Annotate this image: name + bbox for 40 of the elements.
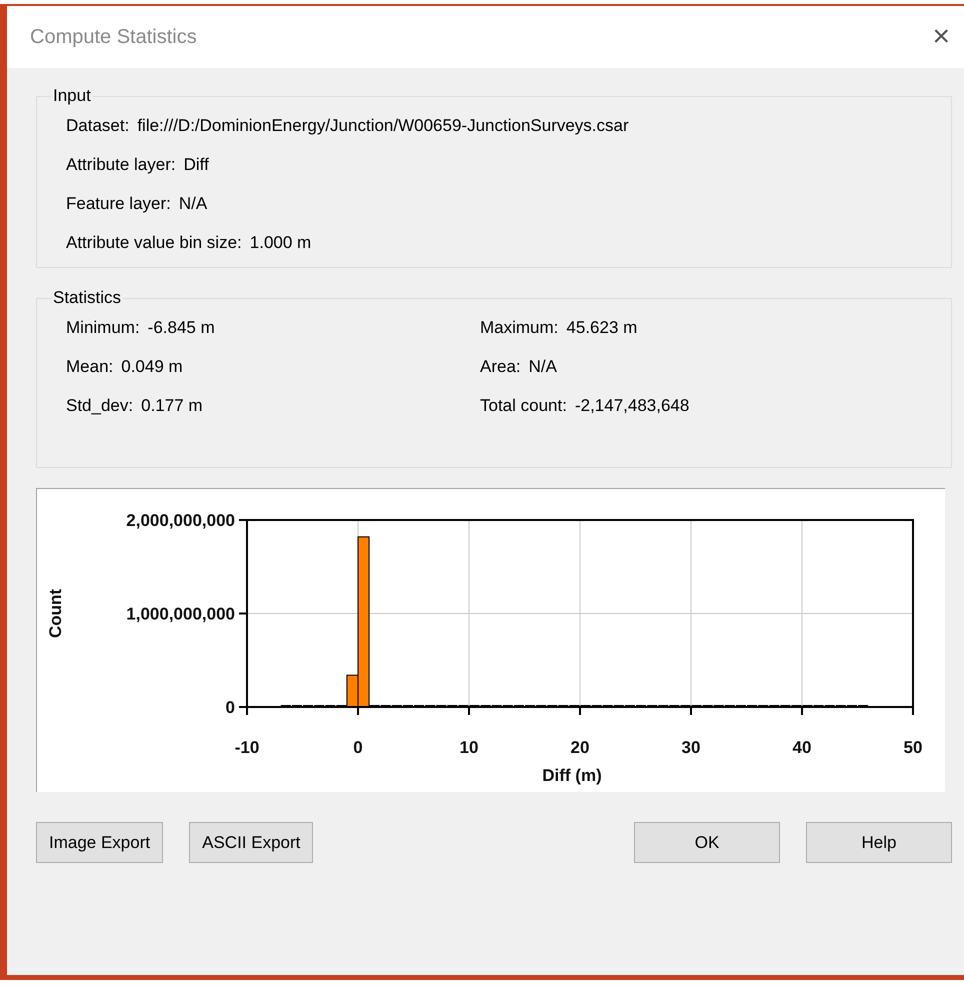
- x-tick-label: 20: [570, 738, 590, 757]
- field-label: Total count:: [480, 396, 567, 416]
- field-label: Attribute value bin size:: [66, 233, 242, 253]
- field-value: 1.000 m: [250, 233, 312, 253]
- group-title: Statistics: [52, 288, 122, 308]
- y-tick-label: 2,000,000,000: [126, 511, 235, 530]
- x-tick-label: 50: [904, 738, 922, 757]
- field-value: 0.177 m: [141, 396, 203, 416]
- x-tick-label: 40: [792, 738, 812, 757]
- field-value: N/A: [178, 194, 208, 214]
- dialog-button[interactable]: Image Export: [36, 822, 164, 863]
- window-title: Compute Statistics: [30, 26, 197, 48]
- field-value: N/A: [528, 357, 557, 377]
- x-tick-label: 30: [682, 738, 700, 757]
- field-label: Maximum:: [480, 318, 558, 338]
- field-value: 0.049 m: [121, 357, 183, 377]
- x-axis-title: Diff (m): [542, 766, 602, 785]
- close-icon[interactable]: ×: [932, 22, 950, 52]
- field-value: 45.623 m: [566, 318, 638, 338]
- field-value: Diff: [184, 155, 209, 175]
- x-tick-label: 0: [353, 738, 363, 757]
- group-title: Input: [52, 86, 92, 106]
- field-value: file:///D:/DominionEnergy/Junction/W00659-JunctionSurveys.csar: [137, 116, 629, 136]
- y-tick-label: 0: [226, 698, 235, 717]
- dialog-button[interactable]: ASCII Export: [189, 822, 314, 863]
- field-label: Minimum:: [66, 318, 140, 338]
- field-label: Feature layer:: [66, 194, 171, 214]
- dialog-button[interactable]: OK: [634, 822, 780, 863]
- y-axis-title: Count: [46, 588, 65, 638]
- field-label: Area:: [480, 357, 521, 377]
- field-value: -2,147,483,648: [574, 396, 690, 416]
- dialog-button[interactable]: Help: [806, 822, 952, 863]
- field-label: Mean:: [66, 357, 114, 377]
- field-label: Dataset:: [66, 116, 130, 136]
- field-label: Std_dev:: [66, 396, 134, 416]
- field-label: Attribute layer:: [66, 155, 176, 175]
- x-tick-label: 10: [460, 738, 478, 757]
- y-tick-label: 1,000,000,000: [126, 604, 235, 624]
- field-value: -6.845 m: [148, 318, 215, 338]
- x-tick-label: -10: [234, 738, 260, 757]
